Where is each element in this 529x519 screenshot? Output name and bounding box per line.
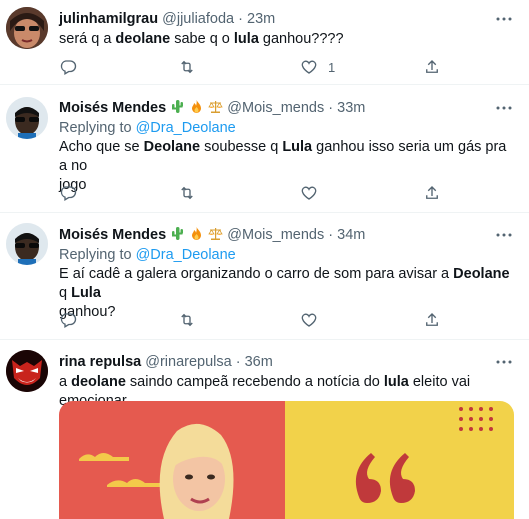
like-button[interactable] bbox=[300, 310, 318, 330]
replying-mention[interactable]: @Dra_Deolane bbox=[136, 120, 236, 136]
share-button[interactable] bbox=[423, 183, 441, 203]
separator-dot: · bbox=[328, 100, 334, 116]
avatar[interactable] bbox=[6, 223, 48, 265]
tweet-1[interactable]: julinhamilgrau @jjuliafoda · 23m será q … bbox=[0, 0, 529, 85]
like-button[interactable]: 1 bbox=[300, 57, 335, 77]
avatar-image bbox=[6, 97, 48, 139]
reply-icon bbox=[60, 60, 77, 75]
share-button[interactable] bbox=[423, 310, 441, 330]
reply-button[interactable] bbox=[59, 183, 77, 203]
timestamp[interactable]: 34m bbox=[337, 227, 365, 243]
text-segment: saindo campeã recebendo a notícia do bbox=[125, 374, 384, 390]
share-icon bbox=[426, 313, 438, 326]
tweet-4[interactable]: rina repulsa @rinarepulsa · 36m a deolan… bbox=[0, 340, 529, 519]
cactus-emoji-icon bbox=[170, 99, 185, 119]
fire-emoji-icon bbox=[189, 99, 204, 119]
retweet-icon bbox=[181, 186, 193, 200]
text-segment: Acho que se bbox=[59, 139, 144, 155]
retweet-icon bbox=[181, 313, 193, 327]
avatar[interactable] bbox=[6, 97, 48, 139]
text-bold: lula bbox=[233, 31, 259, 47]
author-handle[interactable]: @jjuliafoda bbox=[162, 11, 234, 27]
heart-icon bbox=[301, 60, 317, 74]
heart-icon bbox=[301, 313, 317, 327]
retweet-button[interactable] bbox=[178, 183, 196, 203]
more-options-icon[interactable] bbox=[495, 226, 513, 244]
cactus-emoji-icon bbox=[170, 226, 185, 246]
replying-mention[interactable]: @Dra_Deolane bbox=[136, 247, 236, 263]
replying-label: Replying to bbox=[59, 247, 132, 263]
reply-button[interactable] bbox=[59, 57, 77, 77]
text-bold: deolane bbox=[71, 374, 126, 390]
more-options-icon[interactable] bbox=[495, 10, 513, 28]
text-bold: Deolane bbox=[453, 266, 510, 282]
author-name[interactable]: rina repulsa bbox=[59, 354, 141, 370]
tweet-text: será q a deolane sabe q o lula ganhou???… bbox=[59, 30, 514, 49]
replying-to: Replying to @Dra_Deolane bbox=[59, 246, 236, 264]
like-button[interactable] bbox=[300, 183, 318, 203]
fire-emoji-icon bbox=[189, 226, 204, 246]
tweet-actions bbox=[59, 310, 459, 330]
author-handle[interactable]: @rinarepulsa bbox=[145, 354, 231, 370]
reply-button[interactable] bbox=[59, 310, 77, 330]
scales-emoji-icon bbox=[208, 99, 223, 119]
more-options-icon[interactable] bbox=[495, 99, 513, 117]
reply-icon bbox=[60, 313, 77, 328]
retweet-icon bbox=[181, 60, 193, 74]
share-icon bbox=[426, 60, 438, 73]
tweet-actions: 1 bbox=[59, 57, 459, 77]
tweet-media-image[interactable] bbox=[59, 401, 514, 519]
text-segment: E aí cadê a galera organizando o carro d… bbox=[59, 266, 454, 282]
timestamp[interactable]: 23m bbox=[247, 11, 275, 27]
avatar-image bbox=[6, 223, 48, 265]
media-illustration bbox=[59, 401, 514, 519]
text-segment: a bbox=[59, 374, 72, 390]
share-button[interactable] bbox=[423, 57, 441, 77]
author-handle[interactable]: @Mois_mends bbox=[227, 227, 324, 243]
text-bold: Deolane bbox=[143, 139, 201, 155]
tweet-2[interactable]: Moisés Mendes @Mois_mends · 33m Replying… bbox=[0, 85, 529, 213]
text-bold: deolane bbox=[115, 31, 171, 47]
reply-icon bbox=[60, 186, 77, 201]
text-segment: será q a bbox=[59, 31, 116, 47]
replying-to: Replying to @Dra_Deolane bbox=[59, 119, 236, 137]
timestamp[interactable]: 33m bbox=[337, 100, 365, 116]
avatar[interactable] bbox=[6, 350, 48, 392]
replying-label: Replying to bbox=[59, 120, 132, 136]
text-segment: sabe q o bbox=[170, 31, 234, 47]
tweet-actions bbox=[59, 183, 459, 203]
separator-dot: · bbox=[328, 227, 334, 243]
timestamp[interactable]: 36m bbox=[245, 354, 273, 370]
retweet-button[interactable] bbox=[178, 310, 196, 330]
author-name[interactable]: Moisés Mendes bbox=[59, 227, 166, 243]
author-handle[interactable]: @Mois_mends bbox=[227, 100, 324, 116]
heart-icon bbox=[301, 186, 317, 200]
text-bold: Lula bbox=[282, 139, 313, 155]
author-name[interactable]: julinhamilgrau bbox=[59, 11, 158, 27]
author-name[interactable]: Moisés Mendes bbox=[59, 100, 166, 116]
text-segment: soubesse q bbox=[200, 139, 283, 155]
scales-emoji-icon bbox=[208, 226, 223, 246]
share-icon bbox=[426, 186, 438, 199]
tweet-3[interactable]: Moisés Mendes @Mois_mends · 34m Replying… bbox=[0, 213, 529, 340]
retweet-button[interactable] bbox=[178, 57, 196, 77]
avatar-image bbox=[6, 7, 48, 49]
like-count: 1 bbox=[328, 59, 336, 75]
text-segment: q bbox=[59, 285, 72, 301]
avatar[interactable] bbox=[6, 7, 48, 49]
more-options-icon[interactable] bbox=[495, 353, 513, 371]
separator-dot: · bbox=[235, 354, 241, 370]
text-bold: Lula bbox=[71, 285, 101, 301]
text-segment: ganhou???? bbox=[258, 31, 344, 47]
text-bold: lula bbox=[383, 374, 409, 390]
avatar-image bbox=[6, 350, 48, 392]
separator-dot: · bbox=[238, 11, 243, 27]
